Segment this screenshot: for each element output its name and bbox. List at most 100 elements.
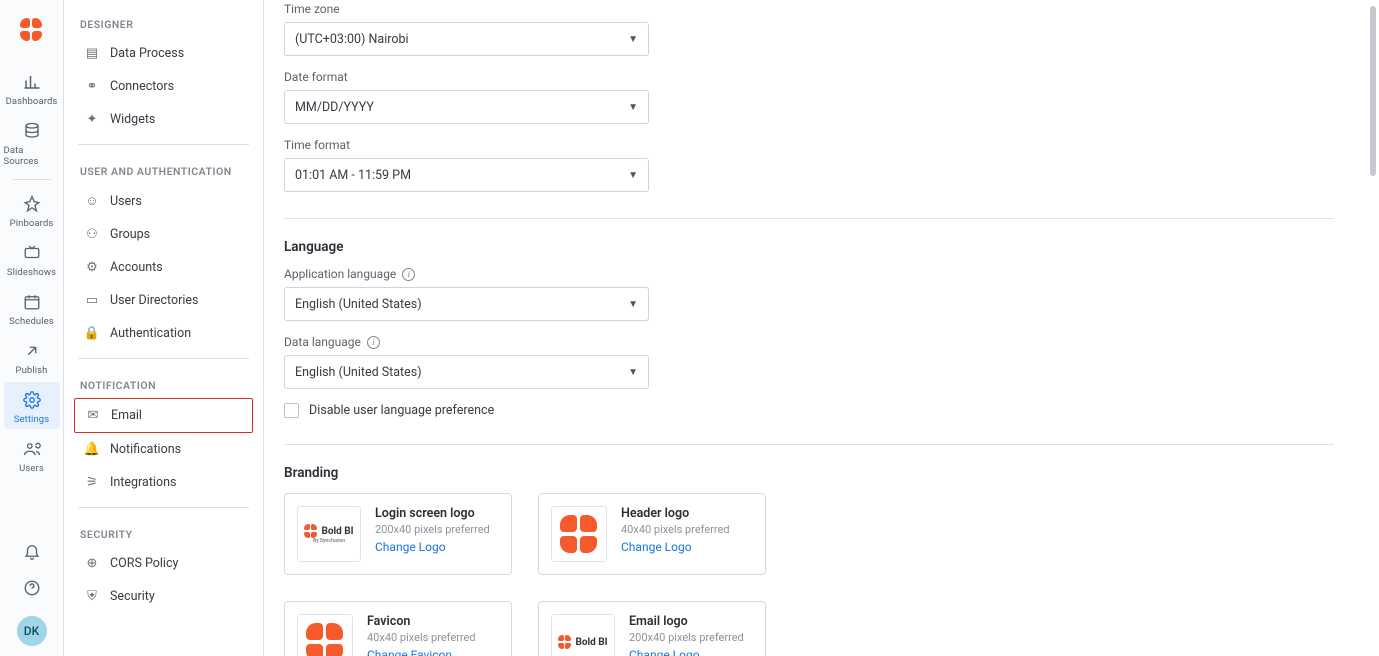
divider	[78, 507, 249, 508]
account-icon: ⚙	[84, 260, 100, 275]
nav-item-cors-policy[interactable]: ⊕ CORS Policy	[74, 547, 253, 580]
change-logo-link[interactable]: Change Logo	[629, 648, 753, 656]
brand-title: Header logo	[621, 506, 753, 521]
nav-item-label: CORS Policy	[110, 556, 178, 571]
dateformat-select[interactable]: MM/DD/YYYY ▼	[284, 90, 649, 124]
calendar-icon	[23, 292, 41, 312]
brand-title: Email logo	[629, 614, 753, 629]
timeformat-select[interactable]: 01:01 AM - 11:59 PM ▼	[284, 158, 649, 192]
nav-item-authentication[interactable]: 🔒 Authentication	[74, 317, 253, 350]
help-icon[interactable]	[23, 579, 41, 602]
chevron-down-icon: ▼	[628, 102, 638, 113]
logo-preview: Bold BI By Syncfusion	[297, 506, 361, 562]
bell-icon[interactable]	[23, 542, 41, 565]
nav-item-label: Authentication	[110, 326, 191, 341]
main-content: Date and Time Time zone (UTC+03:00) Nair…	[264, 0, 1379, 656]
bell-icon: 🔔	[84, 442, 100, 457]
chevron-down-icon: ▼	[628, 367, 638, 378]
rail-item-users[interactable]: Users	[4, 431, 60, 478]
rail-label: Slideshows	[7, 267, 56, 278]
rail-label: Pinboards	[10, 218, 54, 229]
brand-card-header-logo: Header logo 40x40 pixels preferred Chang…	[538, 493, 766, 575]
nav-item-data-process[interactable]: ▤ Data Process	[74, 37, 253, 70]
timezone-label: Time zone	[284, 2, 1334, 16]
shield-icon: ⛨	[84, 589, 100, 604]
scrollbar-thumb[interactable]	[1370, 6, 1376, 176]
change-favicon-link[interactable]: Change Favicon	[367, 648, 499, 656]
globe-icon: ⊕	[84, 556, 100, 571]
rail-item-pinboards[interactable]: Pinboards	[4, 186, 60, 233]
divider	[78, 358, 249, 359]
nav-group-header: SECURITY	[74, 516, 253, 547]
rail-label: Settings	[14, 414, 50, 425]
share-icon	[23, 341, 41, 361]
rail-item-schedules[interactable]: Schedules	[4, 284, 60, 331]
logo-preview	[551, 506, 607, 562]
nav-item-email[interactable]: ✉Email	[74, 398, 253, 433]
rail-label: Data Sources	[4, 145, 60, 167]
nav-item-label: Widgets	[110, 112, 155, 127]
nav-item-widgets[interactable]: ✦ Widgets	[74, 103, 253, 136]
divider	[284, 444, 1334, 445]
brand-card-login-logo: Bold BI By Syncfusion Login screen logo …	[284, 493, 512, 575]
link-icon: ⚭	[84, 79, 100, 94]
bar-chart-icon	[23, 72, 41, 92]
rail-label: Dashboards	[6, 96, 58, 107]
dateformat-label: Date format	[284, 70, 1334, 84]
group-icon: ⚇	[84, 227, 100, 242]
widgets-icon: ✦	[84, 112, 100, 127]
nav-item-user-directories[interactable]: ▭ User Directories	[74, 284, 253, 317]
checkbox-label: Disable user language preference	[309, 403, 494, 418]
lock-icon: 🔒	[84, 326, 100, 341]
tv-icon	[23, 243, 41, 263]
nav-item-label: Users	[110, 194, 142, 209]
brand-hint: 40x40 pixels preferred	[621, 523, 753, 536]
nav-item-users[interactable]: ☺Users	[74, 184, 253, 218]
select-value: 01:01 AM - 11:59 PM	[295, 168, 411, 183]
nav-item-connectors[interactable]: ⚭ Connectors	[74, 70, 253, 103]
chevron-down-icon: ▼	[628, 299, 638, 310]
brand-card-email-logo: Bold BI Email logo 200x40 pixels preferr…	[538, 601, 766, 656]
datalang-label: Data language i	[284, 335, 1334, 349]
nav-item-label: Security	[110, 589, 155, 604]
nav-item-security[interactable]: ⛨ Security	[74, 580, 253, 613]
timezone-select[interactable]: (UTC+03:00) Nairobi ▼	[284, 22, 649, 56]
directory-icon: ▭	[84, 293, 100, 308]
timeformat-label: Time format	[284, 138, 1334, 152]
rail-item-dashboards[interactable]: Dashboards	[4, 64, 60, 111]
nav-item-label: Accounts	[110, 260, 163, 275]
avatar[interactable]: DK	[17, 616, 47, 646]
plug-icon: ⚞	[84, 475, 100, 490]
brand-title: Login screen logo	[375, 506, 499, 521]
rail-label: Publish	[15, 365, 47, 376]
change-logo-link[interactable]: Change Logo	[621, 540, 753, 554]
change-logo-link[interactable]: Change Logo	[375, 540, 499, 554]
datalang-select[interactable]: English (United States) ▼	[284, 355, 649, 389]
nav-item-label: Integrations	[110, 475, 176, 490]
rail-item-slideshows[interactable]: Slideshows	[4, 235, 60, 282]
nav-item-notifications[interactable]: 🔔Notifications	[74, 433, 253, 466]
nav-item-integrations[interactable]: ⚞ Integrations	[74, 466, 253, 499]
rail-item-settings[interactable]: Settings	[4, 382, 60, 429]
rail-item-datasources[interactable]: Data Sources	[4, 113, 60, 171]
checkbox-icon	[284, 403, 299, 418]
info-icon[interactable]: i	[402, 268, 415, 281]
chevron-down-icon: ▼	[628, 34, 638, 45]
nav-item-label: Groups	[110, 227, 150, 242]
applang-select[interactable]: English (United States) ▼	[284, 287, 649, 321]
rail-label: Users	[19, 463, 44, 474]
rail-label: Schedules	[9, 316, 54, 327]
nav-item-groups[interactable]: ⚇ Groups	[74, 218, 253, 251]
nav-item-label: User Directories	[110, 293, 199, 308]
nav-item-accounts[interactable]: ⚙ Accounts	[74, 251, 253, 284]
disable-user-lang-checkbox[interactable]: Disable user language preference	[284, 403, 1334, 418]
info-icon[interactable]: i	[367, 336, 380, 349]
divider	[284, 218, 1334, 219]
rail-item-publish[interactable]: Publish	[4, 333, 60, 380]
select-value: English (United States)	[295, 365, 422, 380]
brand-hint: 200x40 pixels preferred	[629, 631, 753, 644]
gear-icon	[23, 390, 41, 410]
logo-preview: Bold BI	[551, 614, 615, 656]
nav-group-header: NOTIFICATION	[74, 367, 253, 398]
applang-label: Application language i	[284, 267, 1334, 281]
